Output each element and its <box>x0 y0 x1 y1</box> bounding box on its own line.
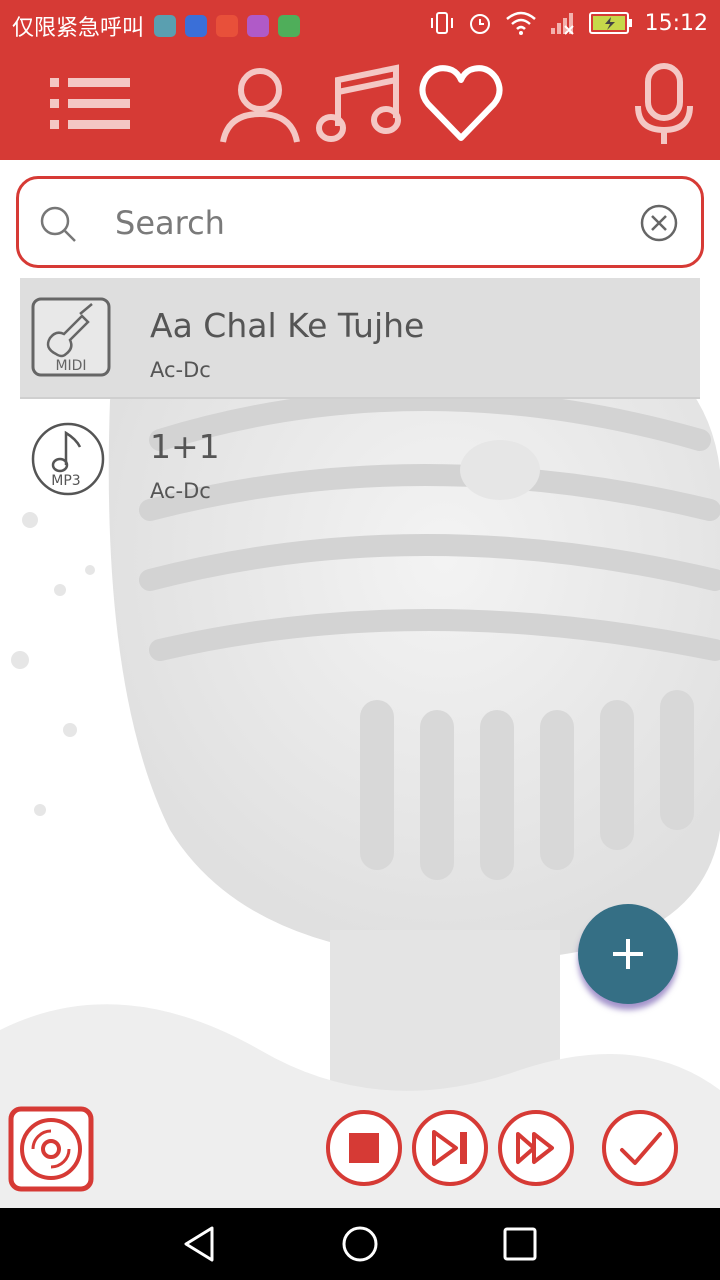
song-title: 1+1 <box>150 427 220 466</box>
gallery-app-icon <box>154 15 177 37</box>
search-bar <box>16 176 704 268</box>
search-icon <box>40 206 76 242</box>
check-icon[interactable] <box>600 1108 680 1188</box>
music-note-icon[interactable] <box>316 62 406 146</box>
clear-search-icon[interactable] <box>639 203 679 243</box>
fast-forward-icon[interactable] <box>496 1108 576 1188</box>
battery-charging-icon <box>588 12 632 34</box>
signal-icon <box>550 13 574 35</box>
notification-icons <box>154 15 301 37</box>
wifi-icon <box>505 11 536 35</box>
favorite-heart-icon[interactable] <box>418 62 504 146</box>
clock: 15:12 <box>644 10 708 36</box>
home-icon[interactable] <box>340 1224 380 1264</box>
svg-text:MP3: MP3 <box>51 473 80 489</box>
menu-list-icon[interactable] <box>48 74 132 134</box>
vibrate-icon <box>430 12 453 34</box>
search-input[interactable] <box>115 197 615 249</box>
record-disc-icon[interactable] <box>8 1106 94 1192</box>
song-row[interactable]: MP3 1+1 Ac-Dc <box>20 399 700 520</box>
back-icon[interactable] <box>180 1224 220 1264</box>
plus-icon <box>613 939 643 969</box>
status-bar: 仅限紧急呼叫 15:12 <box>0 0 720 50</box>
midi-guitar-icon: MIDI <box>31 297 111 377</box>
song-artist: Ac-Dc <box>150 358 211 382</box>
song-title: Aa Chal Ke Tujhe <box>150 306 425 345</box>
song-list: MIDI Aa Chal Ke Tujhe Ac-Dc MP3 1+1 Ac-D… <box>20 278 700 520</box>
song-row[interactable]: MIDI Aa Chal Ke Tujhe Ac-Dc <box>20 278 700 399</box>
tieba-app-icon <box>185 15 208 37</box>
top-toolbar <box>0 50 720 160</box>
status-right: 15:12 <box>429 10 708 36</box>
carrier-text: 仅限紧急呼叫 <box>12 16 145 41</box>
svg-text:MIDI: MIDI <box>55 358 86 374</box>
photo-app-icon <box>247 15 270 37</box>
stop-icon[interactable] <box>324 1108 404 1188</box>
grid-app-icon <box>278 15 301 37</box>
artist-person-icon[interactable] <box>218 62 302 146</box>
add-song-button[interactable] <box>578 904 678 1004</box>
system-nav-bar <box>0 1208 720 1280</box>
recents-icon[interactable] <box>502 1226 538 1262</box>
song-artist: Ac-Dc <box>150 479 211 503</box>
status-left: 仅限紧急呼叫 <box>12 10 301 42</box>
skip-next-icon[interactable] <box>410 1108 490 1188</box>
video-app-icon <box>216 15 239 37</box>
alarm-icon <box>469 14 490 34</box>
microphone-icon[interactable] <box>634 62 694 148</box>
mp3-note-icon: MP3 <box>31 422 105 496</box>
